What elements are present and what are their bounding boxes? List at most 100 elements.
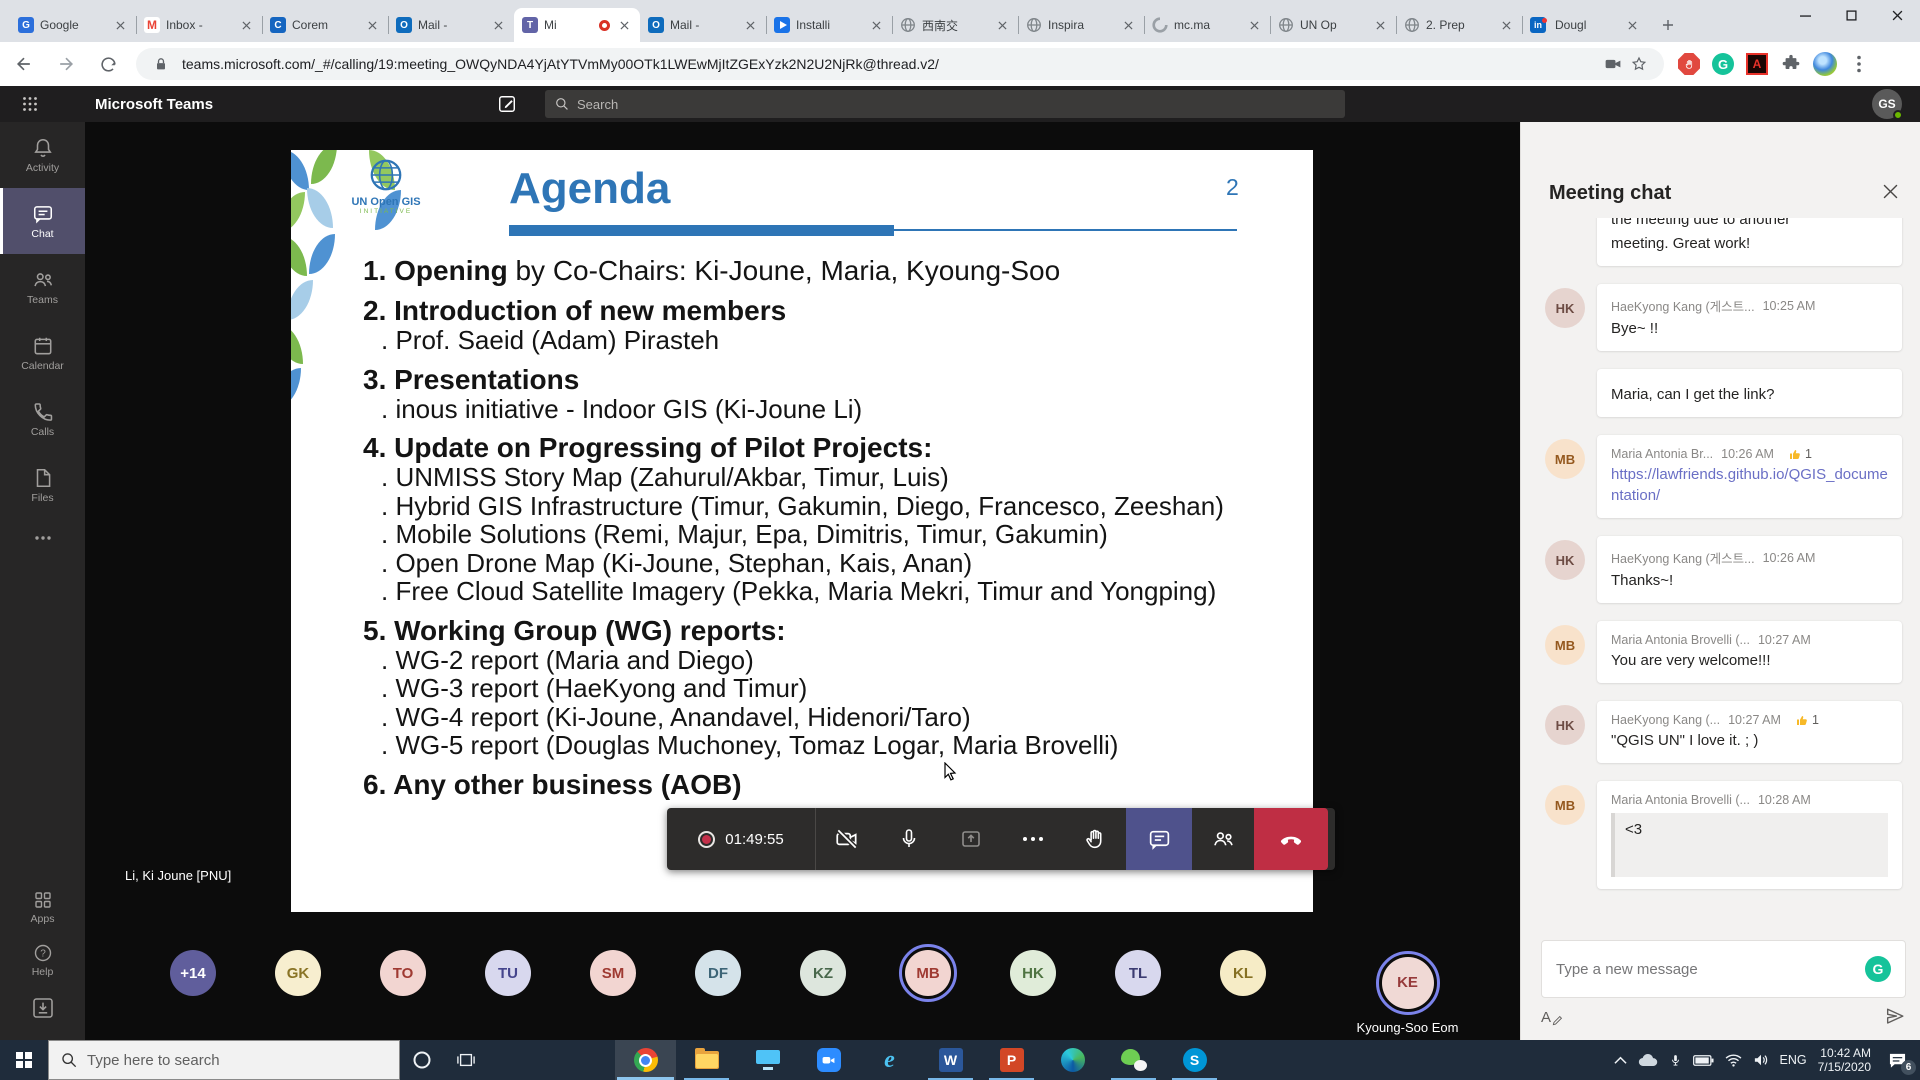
tab-close-icon[interactable]	[742, 17, 758, 33]
battery-icon[interactable]	[1693, 1054, 1714, 1067]
browser-tab[interactable]: Installi	[766, 8, 892, 42]
chat-close-icon[interactable]	[1883, 184, 1898, 199]
tab-close-icon[interactable]	[112, 17, 128, 33]
taskbar-powerpoint[interactable]: P	[981, 1040, 1042, 1080]
tab-camera-indicator-icon[interactable]	[1600, 51, 1626, 77]
teams-profile-avatar[interactable]: GS	[1872, 89, 1902, 119]
new-tab-button[interactable]	[1654, 11, 1682, 39]
browser-tab[interactable]: O Mail -	[388, 8, 514, 42]
taskbar-edge[interactable]	[1042, 1040, 1103, 1080]
taskbar-internet-explorer[interactable]: e	[859, 1040, 920, 1080]
participant-avatar-speaking[interactable]: MB	[905, 950, 951, 996]
chat-message-card[interactable]: MB Maria Antonia Br...10:26 AM 1 https:/…	[1597, 435, 1902, 518]
grammarly-extension-icon[interactable]: G	[1710, 51, 1736, 77]
teams-search-bar[interactable]	[545, 90, 1345, 118]
chat-message-card[interactable]: Maria, can I get the link?	[1597, 369, 1902, 417]
sidebar-item-teams[interactable]: Teams	[0, 254, 85, 320]
sidebar-more-icon[interactable]	[0, 518, 85, 558]
taskbar-clock[interactable]: 10:42 AM 7/15/2020	[1818, 1046, 1871, 1074]
thumbs-up-reaction[interactable]: 1	[1795, 713, 1819, 727]
sidebar-item-calls[interactable]: Calls	[0, 386, 85, 452]
hang-up-button[interactable]	[1254, 808, 1328, 870]
teams-search-input[interactable]	[577, 97, 1277, 112]
participant-avatar[interactable]: TU	[485, 950, 531, 996]
more-options-button[interactable]	[1002, 808, 1064, 870]
participant-avatar[interactable]: TL	[1115, 950, 1161, 996]
tab-close-icon[interactable]	[238, 17, 254, 33]
tab-close-icon[interactable]	[1120, 17, 1136, 33]
browser-tab[interactable]: O Mail -	[640, 8, 766, 42]
taskbar-word[interactable]: W	[920, 1040, 981, 1080]
browser-tab[interactable]: 2. Prep	[1396, 8, 1522, 42]
camera-toggle-button[interactable]	[816, 808, 878, 870]
participants-button[interactable]	[1192, 808, 1254, 870]
window-minimize-button[interactable]	[1782, 0, 1828, 30]
chat-message-card[interactable]: MB Maria Antonia Brovelli (...10:28 AM <…	[1597, 781, 1902, 889]
taskbar-chrome[interactable]	[615, 1040, 676, 1080]
participant-avatar[interactable]: GK	[275, 950, 321, 996]
browser-tab[interactable]: C Corem	[262, 8, 388, 42]
tab-close-icon[interactable]	[994, 17, 1010, 33]
tab-close-icon[interactable]	[1372, 17, 1388, 33]
featured-participant-tile[interactable]: KE Kyoung-Soo Eom	[1295, 937, 1520, 1040]
tab-close-icon[interactable]	[868, 17, 884, 33]
taskbar-search-input[interactable]	[87, 1052, 367, 1069]
share-screen-button[interactable]	[940, 808, 1002, 870]
participant-avatar[interactable]: KL	[1220, 950, 1266, 996]
participant-avatar-overflow[interactable]: +14	[170, 950, 216, 996]
browser-tab[interactable]: G Google	[10, 8, 136, 42]
browser-tab[interactable]: M Inbox -	[136, 8, 262, 42]
chat-message-card[interactable]: HK HaeKyong Kang (게스트...10:26 AM Thanks~…	[1597, 536, 1902, 603]
taskbar-file-explorer[interactable]	[676, 1040, 737, 1080]
compose-icon[interactable]	[497, 94, 517, 114]
taskbar-search-box[interactable]	[48, 1040, 400, 1080]
onedrive-icon[interactable]	[1638, 1054, 1658, 1067]
participant-avatar[interactable]: KZ	[800, 950, 846, 996]
tab-close-icon[interactable]	[364, 17, 380, 33]
raise-hand-button[interactable]	[1064, 808, 1126, 870]
window-close-button[interactable]	[1874, 0, 1920, 30]
forward-button[interactable]	[48, 46, 84, 82]
tab-close-icon[interactable]	[490, 17, 506, 33]
url-bar[interactable]: teams.microsoft.com/_#/calling/19:meetin…	[136, 48, 1664, 80]
format-button[interactable]: A	[1541, 1009, 1563, 1026]
message-link[interactable]: https://lawfriends.github.io/QGIS_docume…	[1611, 464, 1888, 506]
send-button[interactable]	[1884, 1006, 1906, 1028]
sidebar-item-apps[interactable]: Apps	[0, 890, 85, 925]
start-button[interactable]	[0, 1040, 48, 1080]
browser-tab-active-teams[interactable]: T Mi	[514, 8, 640, 42]
sidebar-item-help[interactable]: ? Help	[0, 943, 85, 978]
tab-close-icon[interactable]	[1498, 17, 1514, 33]
wifi-icon[interactable]	[1725, 1054, 1742, 1067]
chat-message-input[interactable]	[1556, 961, 1865, 978]
tab-close-icon[interactable]	[1246, 17, 1262, 33]
browser-tab[interactable]: 西南交	[892, 8, 1018, 42]
cortana-button[interactable]	[400, 1040, 444, 1080]
action-center-button[interactable]: 6	[1882, 1045, 1912, 1075]
back-button[interactable]	[6, 46, 42, 82]
participant-avatar[interactable]: HK	[1010, 950, 1056, 996]
participant-avatar[interactable]: DF	[695, 950, 741, 996]
window-maximize-button[interactable]	[1828, 0, 1874, 30]
browser-tab[interactable]: in Dougl	[1522, 8, 1648, 42]
browser-tab[interactable]: UN Op	[1270, 8, 1396, 42]
participant-avatar[interactable]: SM	[590, 950, 636, 996]
browser-menu-kebab-icon[interactable]	[1846, 51, 1872, 77]
sidebar-item-files[interactable]: Files	[0, 452, 85, 518]
participant-avatar[interactable]: TO	[380, 950, 426, 996]
task-view-button[interactable]	[444, 1040, 488, 1080]
browser-tab[interactable]: Inspira	[1018, 8, 1144, 42]
chat-input-box[interactable]: G	[1541, 940, 1906, 998]
volume-icon[interactable]	[1753, 1053, 1769, 1067]
chat-message-card[interactable]: HK HaeKyong Kang (...10:27 AM 1 "QGIS UN…	[1597, 701, 1902, 763]
bookmark-star-icon[interactable]	[1626, 51, 1652, 77]
tray-chevron-icon[interactable]	[1614, 1056, 1627, 1065]
chat-message-list[interactable]: the meeting due to another meeting. Grea…	[1521, 218, 1920, 900]
sidebar-item-activity[interactable]: Activity	[0, 122, 85, 188]
extensions-puzzle-icon[interactable]	[1778, 51, 1804, 77]
tray-microphone-icon[interactable]	[1669, 1052, 1682, 1069]
sidebar-item-chat[interactable]: Chat	[0, 188, 85, 254]
microphone-toggle-button[interactable]	[878, 808, 940, 870]
chat-message-card[interactable]: HK HaeKyong Kang (게스트...10:25 AM Bye~ !!	[1597, 284, 1902, 351]
lock-icon[interactable]	[148, 51, 174, 77]
